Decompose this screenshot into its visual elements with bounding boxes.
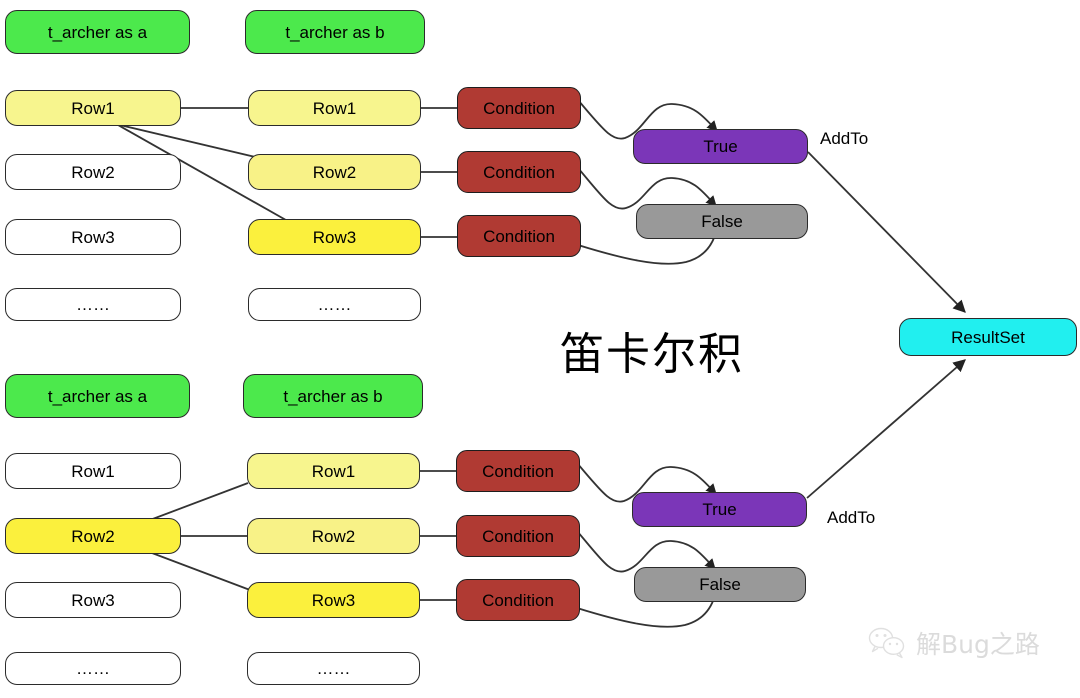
row-a4-top[interactable]: …… xyxy=(5,288,181,321)
row-b3-bottom[interactable]: Row3 xyxy=(247,582,420,618)
edge-bot-c2-false xyxy=(576,530,716,573)
condition-2-top[interactable]: Condition xyxy=(457,151,581,193)
row-a1-top[interactable]: Row1 xyxy=(5,90,181,126)
condition-2-bottom[interactable]: Condition xyxy=(456,515,580,557)
condition-2-bottom-label: Condition xyxy=(482,526,554,546)
condition-1-bottom-label: Condition xyxy=(482,461,554,481)
outcome-true-top[interactable]: True xyxy=(633,129,808,164)
addto-label-bottom: AddTo xyxy=(827,508,876,527)
outcome-true-bottom-label: True xyxy=(702,500,737,519)
row-b3-top[interactable]: Row3 xyxy=(248,219,421,255)
outcome-false-bottom-label: False xyxy=(699,575,741,594)
watermark: 解Bug之路 xyxy=(868,625,1040,661)
row-a2-bottom[interactable]: Row2 xyxy=(5,518,181,554)
condition-1-top[interactable]: Condition xyxy=(457,87,581,129)
outcome-false-bottom[interactable]: False xyxy=(634,567,806,602)
row-b3-bottom-label: Row3 xyxy=(311,590,356,610)
table-header-b-bottom-label: t_archer as b xyxy=(283,386,383,406)
row-a4-bottom[interactable]: …… xyxy=(5,652,181,685)
row-a1-bottom[interactable]: Row1 xyxy=(5,453,181,489)
row-b1-top-label: Row1 xyxy=(312,98,357,118)
addto-label-top: AddTo xyxy=(820,129,869,148)
row-b1-bottom-label: Row1 xyxy=(311,461,356,481)
row-b2-top-label: Row2 xyxy=(312,162,357,182)
row-a3-bottom[interactable]: Row3 xyxy=(5,582,181,618)
row-b2-bottom[interactable]: Row2 xyxy=(247,518,420,554)
outcome-false-top-label: False xyxy=(701,212,743,231)
row-b4-top[interactable]: …… xyxy=(248,288,421,321)
resultset-node[interactable]: ResultSet xyxy=(899,318,1077,356)
condition-3-top[interactable]: Condition xyxy=(457,215,581,257)
table-header-a-top[interactable]: t_archer as a xyxy=(5,10,190,54)
cartesian-product-title: 笛卡尔积 xyxy=(560,329,744,380)
row-b4-bottom-label: …… xyxy=(316,659,351,678)
outcome-true-bottom[interactable]: True xyxy=(632,492,807,527)
row-a1-bottom-label: Row1 xyxy=(71,461,115,481)
wechat-icon xyxy=(868,627,905,659)
table-header-b-bottom[interactable]: t_archer as b xyxy=(243,374,423,418)
table-header-a-bottom-label: t_archer as a xyxy=(47,386,148,406)
condition-2-top-label: Condition xyxy=(483,162,555,182)
row-b4-bottom[interactable]: …… xyxy=(247,652,420,685)
row-a4-bottom-label: …… xyxy=(76,659,110,678)
watermark-text: 解Bug之路 xyxy=(916,630,1040,659)
row-a2-top[interactable]: Row2 xyxy=(5,154,181,190)
edge-bot-true-resultset xyxy=(806,359,966,499)
row-a3-top-label: Row3 xyxy=(71,227,115,247)
row-a2-top-label: Row2 xyxy=(71,162,115,182)
row-a1-top-label: Row1 xyxy=(71,98,115,118)
diagram-canvas: t_archer as a t_archer as b Row1 Row2 Ro… xyxy=(0,0,1080,698)
row-b1-bottom[interactable]: Row1 xyxy=(247,453,420,489)
table-header-a-top-label: t_archer as a xyxy=(47,22,148,42)
edge-top-true-resultset xyxy=(807,151,966,313)
outcome-false-top[interactable]: False xyxy=(636,204,808,239)
row-a3-top[interactable]: Row3 xyxy=(5,219,181,255)
row-b2-top[interactable]: Row2 xyxy=(248,154,421,190)
row-b4-top-label: …… xyxy=(317,295,352,314)
condition-3-bottom-label: Condition xyxy=(482,590,554,610)
table-header-b-top[interactable]: t_archer as b xyxy=(245,10,425,54)
row-b3-top-label: Row3 xyxy=(312,227,357,247)
condition-3-top-label: Condition xyxy=(483,226,555,246)
table-header-b-top-label: t_archer as b xyxy=(285,22,385,42)
row-a2-bottom-label: Row2 xyxy=(71,526,115,546)
condition-1-top-label: Condition xyxy=(483,98,555,118)
row-b1-top[interactable]: Row1 xyxy=(248,90,421,126)
row-b2-bottom-label: Row2 xyxy=(311,526,356,546)
outcome-true-top-label: True xyxy=(703,137,738,156)
resultset-label: ResultSet xyxy=(951,327,1025,347)
row-a3-bottom-label: Row3 xyxy=(71,590,115,610)
row-a4-top-label: …… xyxy=(76,295,110,314)
table-header-a-bottom[interactable]: t_archer as a xyxy=(5,374,190,418)
edge-top-c2-false xyxy=(577,167,717,210)
condition-3-bottom[interactable]: Condition xyxy=(456,579,580,621)
condition-1-bottom[interactable]: Condition xyxy=(456,450,580,492)
